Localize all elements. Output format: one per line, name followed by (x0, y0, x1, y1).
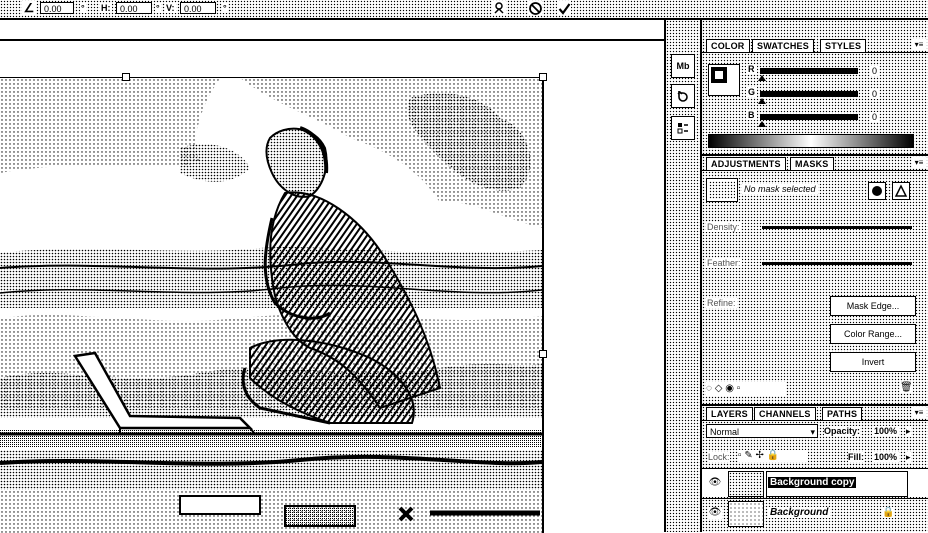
history-icon (677, 91, 688, 102)
blend-mode-select[interactable]: Normal ▾ (706, 424, 818, 438)
v-skew-label: V: (165, 3, 176, 13)
layers-panel-menu-icon[interactable]: ▾≡ (912, 407, 926, 418)
color-panel-menu-icon[interactable]: ▾≡ (912, 39, 926, 50)
angle-icon: ∠ (22, 1, 36, 15)
document-tab-divider (0, 39, 664, 41)
apply-mask-icon[interactable]: ◇ (715, 383, 723, 394)
mask-edge-button[interactable]: Mask Edge... (830, 296, 916, 316)
mask-trash-icon[interactable]: 🗑 (900, 382, 913, 393)
angle-unit: ° (80, 3, 86, 13)
channel-b-thumb[interactable] (758, 121, 766, 127)
masks-panel-menu-icon[interactable]: ▾≡ (912, 157, 926, 168)
color-sliders: R 0 G 0 B 0 (746, 64, 926, 128)
layer-thumbnail (728, 501, 764, 527)
mask-status: No mask selected (742, 184, 818, 194)
invert-button[interactable]: Invert (830, 352, 916, 372)
pixel-mask-icon[interactable] (868, 182, 886, 200)
cancel-icon[interactable] (528, 1, 542, 15)
masks-panel: ADJUSTMENTS MASKS ▾≡ No mask selected De… (702, 156, 928, 406)
channel-r-label: R (746, 64, 757, 74)
h-skew-label: H: (100, 3, 112, 13)
history-button[interactable] (671, 84, 695, 108)
v-skew-unit: ° (222, 3, 228, 13)
photo-illustration (0, 78, 542, 533)
h-skew-unit: ° (155, 3, 161, 13)
transform-handle-top-right[interactable] (539, 73, 547, 81)
channel-b-track[interactable] (760, 114, 858, 120)
fill-arrow-icon[interactable]: ▸ (906, 452, 911, 463)
tab-swatches[interactable]: SWATCHES (752, 39, 814, 52)
visibility-eye-icon[interactable]: 👁 (708, 477, 722, 489)
h-skew-field[interactable]: 0.00 (116, 2, 152, 14)
refine-label: Refine: (706, 298, 737, 308)
mask-thumbnail (706, 178, 738, 202)
tab-layers[interactable]: LAYERS (706, 407, 753, 420)
tab-masks[interactable]: MASKS (790, 157, 834, 170)
v-skew-field[interactable]: 0.00 (180, 2, 216, 14)
tab-styles[interactable]: STYLES (820, 39, 867, 52)
lock-pixels-icon[interactable]: ✎ (744, 450, 752, 461)
channel-g-label: G (746, 87, 758, 97)
fill-label: Fill: (848, 452, 864, 462)
opacity-value[interactable]: 100% (872, 426, 900, 436)
commit-icon[interactable] (557, 1, 571, 15)
lock-icons: ▫ ✎ ✢ 🔒 (738, 450, 808, 462)
mask-footer-icons: ◌ ◇ ◉ ▫ (706, 382, 786, 396)
lock-transparency-icon[interactable]: ▫ (738, 450, 742, 461)
lock-all-icon[interactable]: 🔒 (767, 450, 779, 461)
visibility-eye-icon[interactable]: 👁 (708, 507, 722, 519)
feather-slider[interactable] (762, 262, 912, 265)
panels-column: COLOR SWATCHES STYLES ▾≡ R 0 G 0 B 0 ADJ… (700, 20, 928, 532)
chevron-down-icon: ▾ (810, 427, 815, 437)
panel-dock-strip: Mb (664, 20, 700, 532)
fill-value[interactable]: 100% (872, 452, 900, 462)
color-panel: COLOR SWATCHES STYLES ▾≡ R 0 G 0 B 0 (702, 20, 928, 156)
options-bar: ∠ 0.00 ° H: 0.00 ° V: 0.00 ° (0, 0, 928, 20)
mini-bridge-label: Mb (676, 61, 690, 71)
feather-label: Feather: (706, 258, 742, 268)
tab-paths[interactable]: PATHS (822, 407, 863, 420)
transform-handle-right[interactable] (539, 350, 547, 358)
transform-handle-top[interactable] (122, 73, 130, 81)
channel-r-track[interactable] (760, 68, 858, 74)
layer-thumbnail (728, 471, 764, 497)
channel-r-value[interactable]: 0 (870, 66, 880, 76)
mini-bridge-button[interactable]: Mb (671, 54, 695, 78)
tab-adjustments[interactable]: ADJUSTMENTS (706, 157, 786, 170)
color-range-button[interactable]: Color Range... (830, 324, 916, 344)
warp-icon[interactable] (492, 1, 506, 15)
lock-position-icon[interactable]: ✢ (756, 450, 764, 461)
channel-g-thumb[interactable] (758, 98, 766, 104)
channel-g-value[interactable]: 0 (870, 89, 880, 99)
vector-mask-icon[interactable] (892, 182, 910, 200)
load-selection-icon[interactable]: ◌ (706, 383, 712, 394)
actions-icon (677, 123, 688, 134)
angle-field[interactable]: 0.00 (40, 2, 74, 14)
document-image[interactable] (0, 77, 544, 533)
channel-b-label: B (746, 110, 757, 120)
layer-name[interactable]: Background (768, 507, 831, 518)
layer-row-background-copy[interactable]: 👁 Background copy (702, 468, 928, 497)
density-label: Density: (706, 222, 741, 232)
density-slider[interactable] (762, 226, 912, 229)
fg-bg-swatch[interactable] (708, 64, 740, 96)
opacity-arrow-icon[interactable]: ▸ (906, 426, 911, 437)
channel-g-track[interactable] (760, 91, 858, 97)
opacity-label: Opacity: (824, 426, 861, 436)
color-ramp[interactable] (708, 134, 914, 148)
tab-color[interactable]: COLOR (706, 39, 750, 52)
lock-label: Lock: (708, 452, 730, 462)
actions-button[interactable] (671, 116, 695, 140)
tab-channels[interactable]: CHANNELS (754, 407, 816, 420)
layers-panel: LAYERS CHANNELS PATHS ▾≡ Normal ▾ Opacit… (702, 406, 928, 532)
channel-r-thumb[interactable] (758, 75, 766, 81)
layer-name[interactable]: Background copy (768, 477, 857, 488)
layer-row-background[interactable]: 👁 Background 🔒 (702, 498, 928, 527)
blend-mode-value: Normal (710, 427, 740, 437)
layer-lock-icon: 🔒 (882, 507, 895, 518)
channel-b-value[interactable]: 0 (870, 112, 880, 122)
enable-mask-icon[interactable]: ◉ (725, 383, 734, 394)
delete-mask-icon[interactable]: ▫ (737, 383, 741, 394)
